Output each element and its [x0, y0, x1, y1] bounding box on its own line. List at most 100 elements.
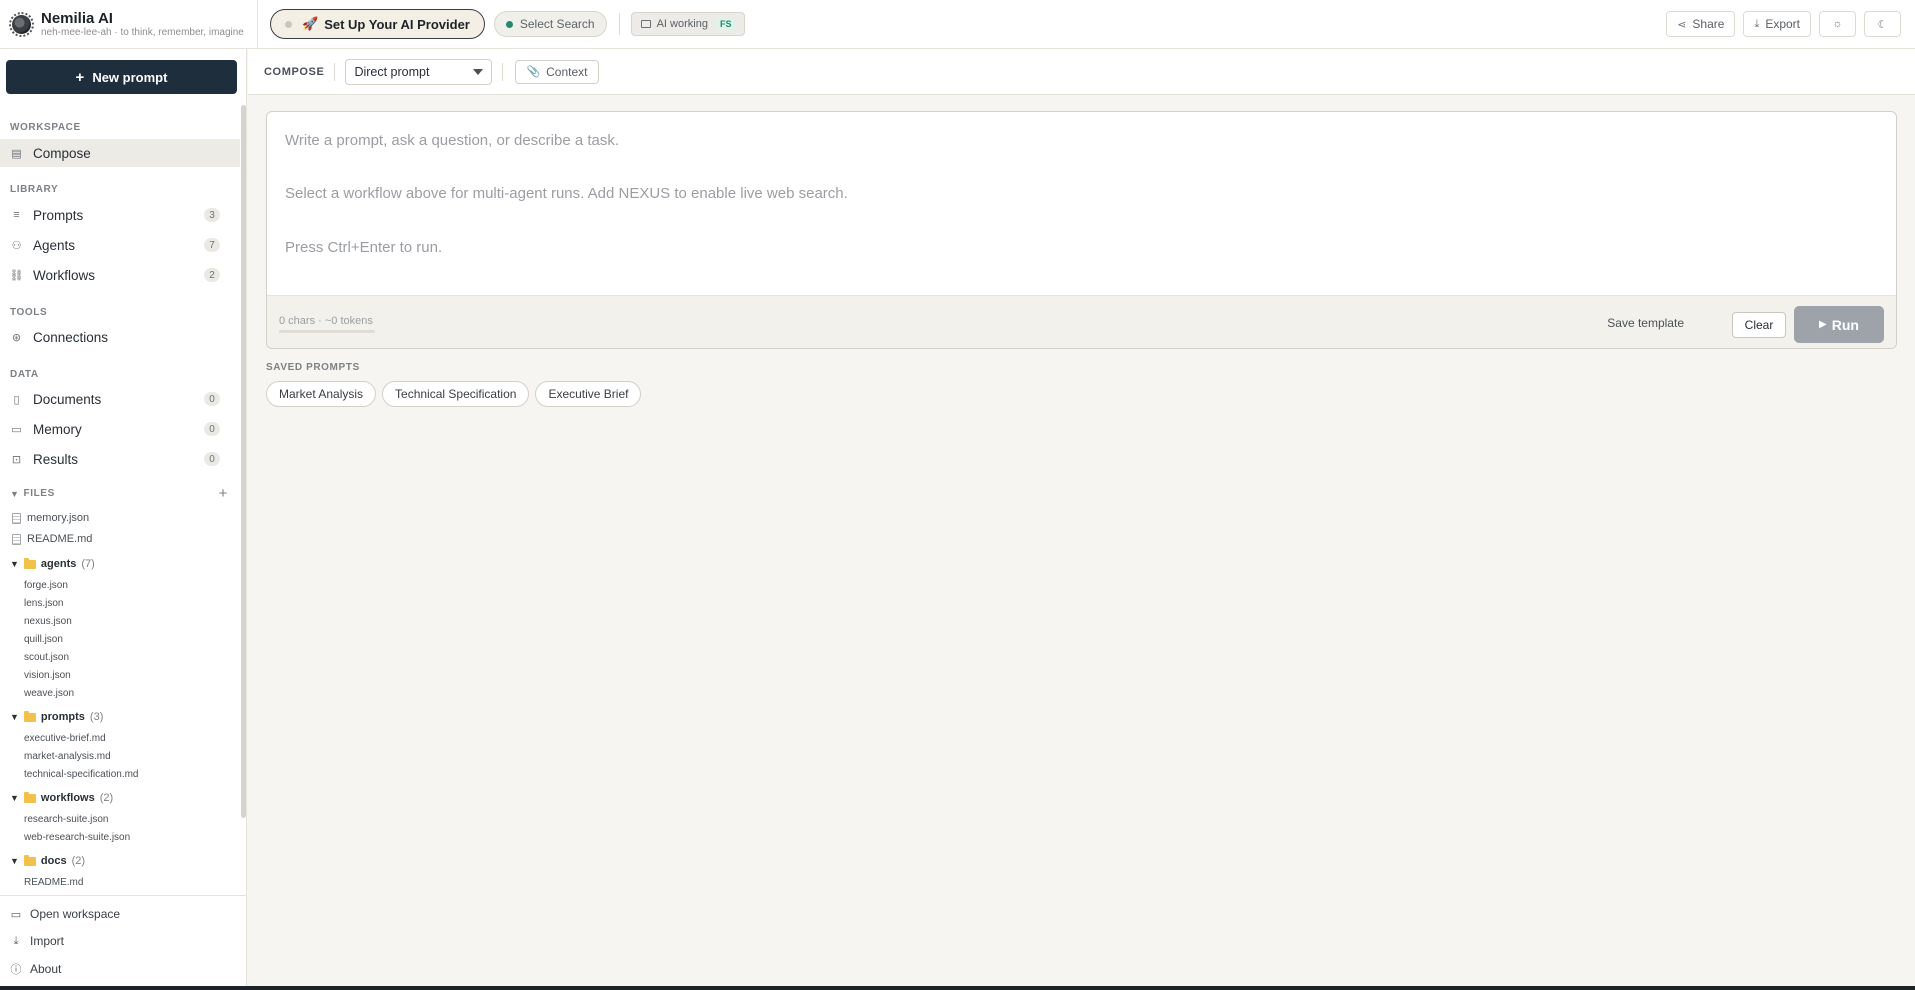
sidebar-scrollbar[interactable] [241, 105, 246, 818]
file-item[interactable]: lens.json [24, 598, 63, 609]
sidebar-item-workflows[interactable]: ⛓ Workflows 2 [0, 261, 240, 289]
sidebar-item-compose[interactable]: ▤ Compose [0, 139, 240, 167]
folder-name: prompts [40, 711, 85, 723]
file-item[interactable]: web-research-suite.json [24, 832, 130, 843]
download-icon: ⤓ [1754, 17, 1760, 30]
file-item[interactable]: vision.json [24, 670, 71, 681]
compose-icon: ▤ [11, 147, 22, 160]
header-divider [618, 13, 620, 35]
open-workspace-button[interactable]: ▭ Open workspace [10, 907, 120, 921]
export-button[interactable]: ⤓ Export [1743, 11, 1811, 37]
sidebar-item-connections[interactable]: ⊛ Connections [0, 323, 240, 351]
folder-name: docs [40, 855, 67, 867]
context-label: Context [546, 64, 588, 79]
file-item[interactable]: quill.json [24, 634, 63, 645]
select-search-button[interactable]: Select Search [493, 11, 607, 37]
folder-icon [23, 791, 36, 803]
saved-prompts-label: SAVED PROMPTS [266, 362, 360, 373]
new-prompt-label: New prompt [92, 69, 168, 85]
file-name: README.md [27, 533, 93, 545]
file-item[interactable]: README.md [24, 877, 83, 888]
logo-icon [9, 11, 34, 37]
folder-name: workflows [40, 792, 95, 804]
setup-provider-label: Set Up Your AI Provider [324, 16, 470, 32]
folder-agents[interactable]: ▼ agents (7) [10, 557, 95, 570]
sidebar-item-documents[interactable]: ▯ Documents 0 [0, 385, 240, 413]
add-file-icon[interactable]: + [219, 485, 228, 502]
new-prompt-button[interactable]: + New prompt [6, 60, 237, 94]
file-icon [12, 533, 21, 545]
folder-count: (2) [99, 792, 114, 804]
file-item[interactable]: weave.json [24, 688, 74, 699]
chevron-down-icon [473, 68, 484, 75]
file-name: memory.json [27, 512, 90, 524]
count-badge: 3 [204, 208, 220, 222]
prompt-textarea[interactable]: Write a prompt, ask a question, or descr… [267, 112, 1896, 295]
mode-select-value: Direct prompt [354, 64, 430, 79]
play-icon: ▶ [1819, 319, 1827, 330]
saved-prompts-list: Market Analysis Technical Specification … [266, 381, 647, 407]
run-button[interactable]: ▶ Run [1794, 306, 1884, 343]
file-item[interactable]: executive-brief.md [24, 733, 106, 744]
sidebar-item-prompts[interactable]: ≡ Prompts 3 [0, 201, 240, 229]
top-header: Nemilia AI neh-mee-lee-ah · to think, re… [0, 0, 1915, 49]
sidebar-item-label: Agents [33, 237, 76, 253]
sidebar-item-agents[interactable]: ⚇ Agents 7 [0, 231, 240, 259]
count-badge: 0 [204, 422, 220, 436]
saved-prompt-chip[interactable]: Market Analysis [266, 381, 377, 407]
count-badge: 0 [204, 392, 220, 406]
fs-badge: FS [715, 18, 736, 30]
sidebar-footer: ▭ Open workspace ⤓ Import ⓘ About [0, 895, 247, 976]
share-label: Share [1692, 17, 1725, 31]
moon-icon: ☾ [1877, 18, 1888, 31]
app-root: Nemilia AI neh-mee-lee-ah · to think, re… [0, 0, 1915, 990]
workspace-folder-button[interactable]: AI working FS [630, 12, 746, 36]
file-item[interactable]: technical-specification.md [24, 769, 139, 780]
sidebar: + New prompt WORKSPACE ▤ Compose LIBRARY… [0, 49, 247, 990]
file-item[interactable]: forge.json [24, 580, 68, 591]
compose-toolbar: COMPOSE Direct prompt 📎 Context [248, 49, 1915, 95]
folder-icon [640, 20, 651, 28]
memory-icon: ▭ [11, 423, 22, 436]
folder-icon [23, 854, 36, 866]
import-button[interactable]: ⤓ Import [10, 934, 64, 948]
folder-prompts[interactable]: ▼ prompts (3) [10, 710, 103, 723]
file-item[interactable]: nexus.json [24, 616, 72, 627]
sidebar-item-results[interactable]: ⊡ Results 0 [0, 445, 240, 473]
select-search-label: Select Search [519, 17, 595, 31]
folder-docs[interactable]: ▼ docs (2) [10, 854, 86, 867]
share-button[interactable]: ⋖ Share [1666, 11, 1736, 37]
header-controls: 🚀 Set Up Your AI Provider Select Search … [258, 0, 746, 49]
expand-triangle-icon: ▼ [10, 793, 19, 803]
save-template-button[interactable]: Save template [1607, 316, 1684, 330]
sidebar-item-label: Connections [33, 329, 109, 345]
sidebar-item-memory[interactable]: ▭ Memory 0 [0, 415, 240, 443]
folder-count: (2) [71, 855, 86, 867]
file-item[interactable]: scout.json [24, 652, 69, 663]
share-icon: ⋖ [1677, 18, 1687, 31]
header-actions: ⋖ Share ⤓ Export ☼ ☾ [1658, 11, 1901, 37]
section-library: LIBRARY [10, 184, 59, 195]
count-badge: 2 [204, 268, 220, 282]
clear-button[interactable]: Clear [1732, 312, 1786, 338]
file-item[interactable]: research-suite.json [24, 814, 108, 825]
folder-icon [23, 557, 36, 569]
file-item[interactable]: market-analysis.md [24, 751, 111, 762]
files-section-header[interactable]: ▼ FILES + [10, 485, 228, 502]
lines-icon: ≡ [13, 209, 20, 221]
file-item[interactable]: README.md [12, 533, 92, 545]
saved-prompt-chip[interactable]: Executive Brief [535, 381, 642, 407]
context-button[interactable]: 📎 Context [515, 59, 599, 84]
setup-provider-button[interactable]: 🚀 Set Up Your AI Provider [270, 9, 485, 39]
folder-open-icon: ▭ [10, 908, 22, 921]
folder-name: agents [40, 558, 77, 570]
light-theme-button[interactable]: ☼ [1819, 11, 1856, 37]
about-button[interactable]: ⓘ About [10, 961, 62, 977]
file-item[interactable]: memory.json [12, 512, 89, 524]
mode-select[interactable]: Direct prompt [345, 58, 493, 85]
dark-theme-button[interactable]: ☾ [1864, 11, 1901, 37]
saved-prompt-chip[interactable]: Technical Specification [382, 381, 530, 407]
folder-workflows[interactable]: ▼ workflows (2) [10, 791, 114, 804]
expand-triangle-icon: ▼ [10, 559, 19, 569]
placeholder-line: Write a prompt, ask a question, or descr… [285, 132, 620, 149]
